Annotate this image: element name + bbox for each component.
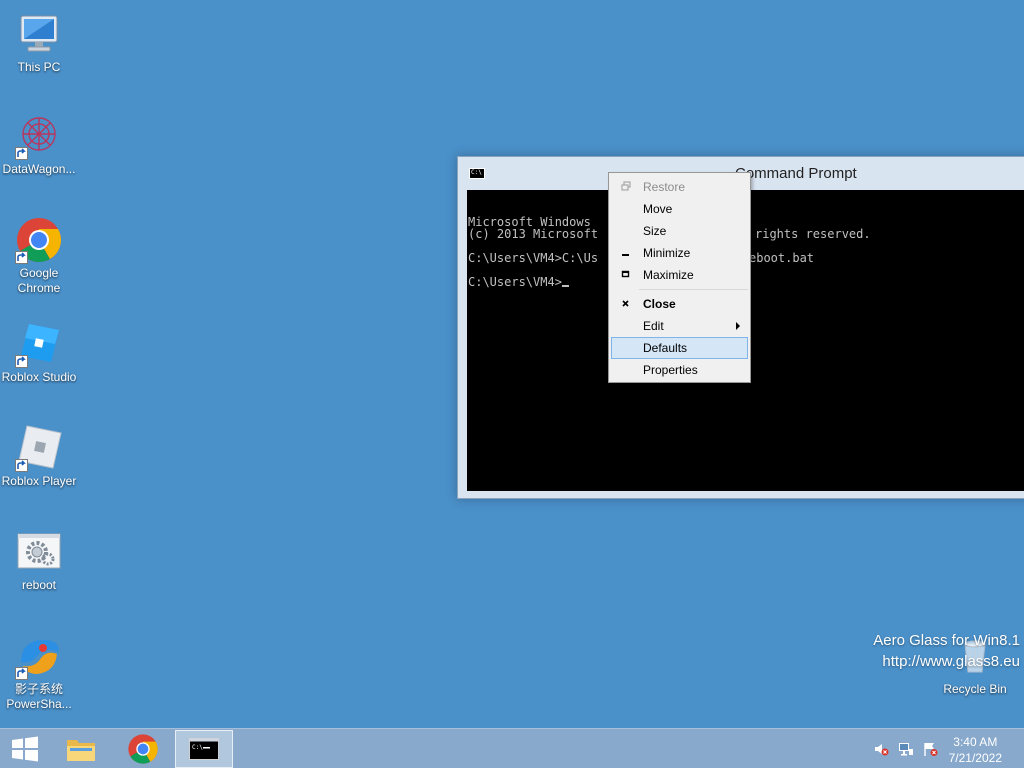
- menu-item-label: Restore: [643, 180, 686, 194]
- clock-date: 7/21/2022: [948, 751, 1002, 765]
- desktop-icon-label: Roblox Studio: [1, 370, 77, 384]
- taskbar-file-explorer[interactable]: [54, 730, 112, 768]
- menu-item-edit[interactable]: Edit: [611, 315, 748, 337]
- console-icon-text: C:\: [471, 169, 482, 176]
- desktop-icon-roblox-player[interactable]: Roblox Player: [0, 424, 79, 489]
- menu-item-label: Maximize: [643, 268, 694, 282]
- network-icon[interactable]: [898, 741, 914, 757]
- shortcut-arrow-icon: [15, 667, 28, 680]
- shortcut-arrow-icon: [15, 355, 28, 368]
- windows-logo-icon: [12, 736, 38, 762]
- taskbar-clock[interactable]: 3:40 AM 7/21/2022: [949, 734, 1002, 766]
- close-icon: [622, 300, 629, 307]
- console-app-icon[interactable]: C:\: [469, 168, 485, 179]
- desktop-icon-label: Google Chrome: [17, 266, 61, 295]
- menu-item-minimize[interactable]: Minimize: [611, 242, 748, 264]
- shadow-system-icon: [15, 632, 63, 680]
- clock-time: 3:40 AM: [953, 735, 998, 749]
- volume-muted-icon[interactable]: [873, 741, 889, 757]
- minimize-icon: [622, 254, 629, 256]
- datawagon-icon: [15, 112, 63, 160]
- menu-item-label: Edit: [643, 319, 664, 333]
- shortcut-arrow-icon: [15, 459, 28, 472]
- desktop-icon-label: Roblox Player: [1, 474, 77, 488]
- submenu-arrow-icon: [736, 322, 740, 330]
- window-system-menu[interactable]: Restore Move Size Minimize Maximize Clos…: [608, 172, 751, 383]
- menu-item-move[interactable]: Move: [611, 198, 748, 220]
- menu-item-properties[interactable]: Properties: [611, 359, 748, 381]
- desktop-icon-powershadow[interactable]: 影子系统 PowerSha...: [0, 632, 79, 712]
- console-line-fragment: rights reserved.: [755, 227, 871, 241]
- text-cursor: [561, 285, 569, 287]
- roblox-player-icon: [15, 424, 63, 472]
- folder-icon: [67, 740, 95, 761]
- computer-icon: [15, 10, 63, 58]
- menu-item-label: Defaults: [643, 341, 688, 355]
- menu-item-label: Move: [643, 202, 673, 216]
- menu-item-label: Minimize: [643, 246, 691, 260]
- desktop-icon-label: DataWagon...: [2, 162, 76, 176]
- action-center-flag-icon[interactable]: [922, 741, 938, 757]
- menu-item-label: Close: [643, 297, 676, 311]
- chrome-icon: [15, 216, 63, 264]
- batch-file-gear-icon: [15, 528, 63, 576]
- desktop-icon-label: reboot: [21, 578, 57, 592]
- taskbar-google-chrome[interactable]: [114, 730, 172, 768]
- menu-item-size[interactable]: Size: [611, 220, 748, 242]
- menu-item-maximize[interactable]: Maximize: [611, 264, 748, 286]
- desktop-icon-datawagon[interactable]: DataWagon...: [0, 112, 79, 177]
- shortcut-arrow-icon: [15, 147, 28, 160]
- watermark-line-1: Aero Glass for Win8.1: [873, 632, 1020, 649]
- shortcut-arrow-icon: [15, 251, 28, 264]
- console-line-fragment: eboot.bat: [749, 251, 815, 265]
- desktop-icon-reboot[interactable]: reboot: [0, 528, 79, 593]
- desktop-icon-google-chrome[interactable]: Google Chrome: [0, 216, 79, 296]
- taskbar: C:\ 3:40 AM 7/21/2022: [0, 728, 1024, 768]
- maximize-icon: [621, 270, 630, 278]
- menu-separator: [639, 289, 748, 290]
- desktop-icon-label: 影子系统 PowerSha...: [6, 682, 72, 711]
- menu-item-close[interactable]: Close: [611, 293, 748, 315]
- command-prompt-icon: C:\: [189, 738, 219, 760]
- menu-item-restore[interactable]: Restore: [611, 176, 748, 198]
- window-title: Command Prompt: [735, 165, 857, 182]
- taskbar-command-prompt[interactable]: C:\: [175, 730, 233, 768]
- svg-text:C:\: C:\: [192, 744, 203, 751]
- chrome-icon: [128, 734, 158, 764]
- desktop-icon-label: Recycle Bin: [943, 682, 1007, 696]
- desktop-icon-roblox-studio[interactable]: Roblox Studio: [0, 320, 79, 385]
- start-button[interactable]: [0, 730, 58, 768]
- restore-icon: [621, 181, 631, 191]
- menu-item-label: Properties: [643, 363, 698, 377]
- aero-glass-watermark: Aero Glass for Win8.1 http://www.glass8.…: [873, 630, 1020, 672]
- roblox-studio-icon: [15, 320, 63, 368]
- menu-item-label: Size: [643, 224, 667, 238]
- menu-item-defaults[interactable]: Defaults: [611, 337, 748, 359]
- desktop-icon-label: This PC: [17, 60, 61, 74]
- watermark-line-2: http://www.glass8.eu: [882, 653, 1020, 670]
- desktop-icon-this-pc[interactable]: This PC: [0, 10, 79, 75]
